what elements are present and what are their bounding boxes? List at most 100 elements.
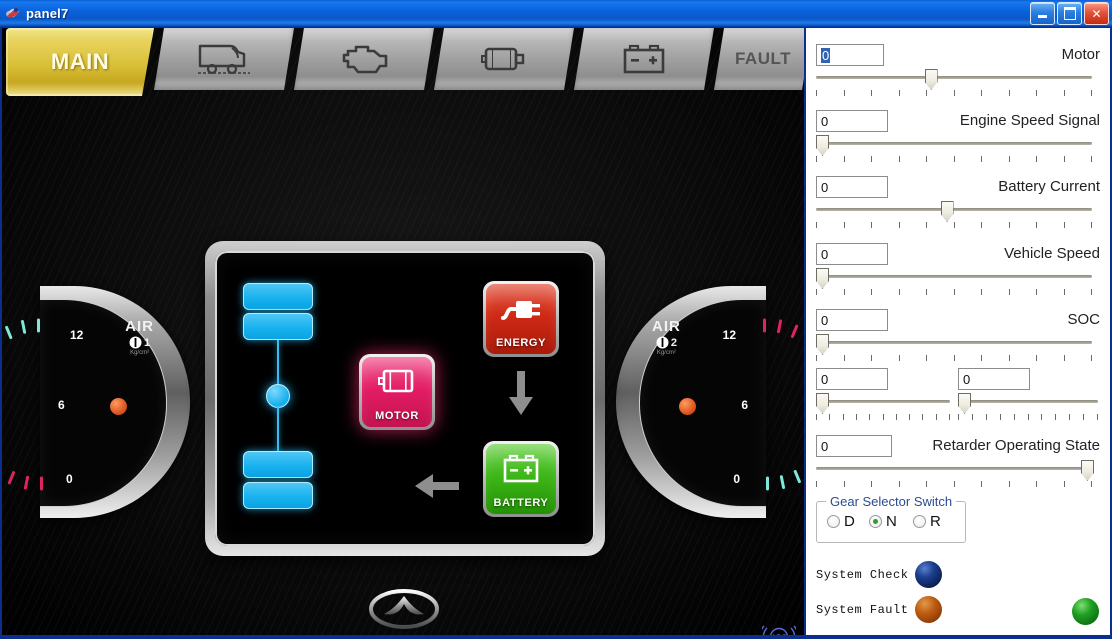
slider-motor-track <box>816 76 1092 79</box>
battery-icon <box>486 452 556 486</box>
slider-retarder[interactable] <box>816 460 1094 487</box>
svg-text:ABS: ABS <box>771 634 787 636</box>
slider-aux_left-thumb[interactable] <box>816 393 829 414</box>
gauge-right-indicator <box>679 398 696 415</box>
gauge-tick <box>763 318 766 333</box>
tab-main[interactable]: MAIN <box>6 28 154 96</box>
wheel-front-inner <box>243 313 313 340</box>
close-button[interactable]: ✕ <box>1084 2 1109 25</box>
gauge-left-unit: Kg/cm² <box>130 350 150 356</box>
slider-engine_speed-thumb[interactable] <box>816 135 829 156</box>
slider-motor-thumb[interactable] <box>924 69 938 90</box>
gauge-tick <box>780 474 786 489</box>
slider-vehicle_speed[interactable] <box>816 268 1092 295</box>
input-aux_right[interactable]: 0 <box>958 368 1030 390</box>
tile-energy-label: ENERGY <box>495 337 547 349</box>
gear-selector-group: Gear Selector Switch D N R <box>816 494 966 543</box>
slider-engine_speed[interactable] <box>816 135 1092 162</box>
app-icon <box>5 5 21 21</box>
tab-battery[interactable] <box>574 28 714 90</box>
label-battery_current: Battery Current <box>998 178 1100 195</box>
tile-energy-face: ENERGY <box>486 284 556 354</box>
slider-aux_left[interactable] <box>816 393 950 421</box>
radio-gear-d-label: D <box>844 513 855 530</box>
axle-upper <box>277 340 279 390</box>
slider-aux_right[interactable] <box>958 393 1098 420</box>
input-motor[interactable]: 0 <box>816 44 884 66</box>
maximize-button[interactable] <box>1057 2 1082 25</box>
dashboard-display: MAIN FAULT AIR 1 Kg/cm² 0 6 12 AIR 2 Kg/… <box>2 28 804 635</box>
gauge-tick <box>790 323 799 338</box>
label-soc: SOC <box>1067 311 1100 328</box>
tab-engine[interactable] <box>294 28 434 90</box>
daewoo-logo <box>368 588 440 630</box>
control-panel: 0 Motor 0 Engine Speed Signal 0 Battery Curre… <box>806 28 1110 635</box>
gauge-tick <box>40 476 43 491</box>
gear-selector-title: Gear Selector Switch <box>826 494 957 509</box>
minimize-button[interactable] <box>1030 2 1055 25</box>
tile-battery-face: BATTERY <box>486 444 556 514</box>
tile-battery[interactable]: BATTERY <box>483 441 559 517</box>
differential-node <box>266 384 290 408</box>
slider-aux_left-track <box>816 400 950 403</box>
gauge-tick <box>37 318 40 333</box>
radio-gear-n-dot <box>869 515 882 528</box>
gauge-right-unit: Kg/cm² <box>656 350 676 356</box>
slider-motor[interactable] <box>816 69 1092 97</box>
slider-aux_left-ticks <box>816 414 950 421</box>
system-fault-led <box>915 596 943 623</box>
tile-motor[interactable]: MOTOR <box>359 354 435 430</box>
gauge-air-1: AIR 1 Kg/cm² 0 6 12 <box>2 286 190 518</box>
slider-soc-thumb[interactable] <box>816 334 829 355</box>
input-retarder[interactable]: 0 <box>816 435 892 457</box>
label-motor: Motor <box>1061 46 1100 63</box>
tab-truck[interactable] <box>154 28 294 90</box>
slider-soc-ticks <box>816 355 1092 362</box>
gauge-left-title: AIR <box>125 318 154 335</box>
axle-lower <box>277 406 279 454</box>
gauge-left-tick-12: 12 <box>70 328 84 342</box>
slider-motor-ticks <box>816 90 1092 97</box>
input-vehicle_speed[interactable]: 0 <box>816 243 888 265</box>
gauge-right-tick-6: 6 <box>741 398 748 412</box>
status-led <box>1072 598 1099 625</box>
slider-vehicle_speed-track <box>816 275 1092 278</box>
window-buttons: ✕ <box>1030 2 1109 25</box>
input-engine_speed[interactable]: 0 <box>816 110 888 132</box>
slider-vehicle_speed-thumb[interactable] <box>816 268 829 289</box>
slider-battery_current[interactable] <box>816 201 1092 228</box>
radio-gear-d[interactable]: D <box>827 513 855 530</box>
battery-icon <box>619 42 669 76</box>
input-aux_left[interactable]: 0 <box>816 368 888 390</box>
slider-soc-track <box>816 341 1092 344</box>
maximize-icon <box>1063 7 1076 20</box>
slider-aux_right-thumb[interactable] <box>958 393 971 414</box>
gauge-left-title-block: AIR 1 Kg/cm² <box>125 318 154 356</box>
abs-indicator-icon: ABS <box>759 620 799 636</box>
truck-icon <box>196 42 252 76</box>
tile-energy[interactable]: ENERGY <box>483 281 559 357</box>
input-battery_current[interactable]: 0 <box>816 176 888 198</box>
input-soc[interactable]: 0 <box>816 309 888 331</box>
indicator-system-check-label: System Check <box>816 567 909 582</box>
tile-battery-label: BATTERY <box>493 497 549 509</box>
tab-fault[interactable]: FAULT <box>714 28 804 90</box>
plug-icon <box>486 292 556 328</box>
slider-battery_current-thumb[interactable] <box>940 201 954 222</box>
radio-gear-r-label: R <box>930 513 941 530</box>
gauge-tick <box>7 471 16 486</box>
tab-fault-label: FAULT <box>734 49 791 68</box>
gauge-air-2: AIR 2 Kg/cm² 0 6 12 <box>616 286 804 518</box>
pressure-icon <box>129 336 142 349</box>
radio-gear-d-dot <box>827 515 840 528</box>
tab-motor[interactable] <box>434 28 574 90</box>
radio-gear-r[interactable]: R <box>913 513 941 530</box>
radio-gear-n[interactable]: N <box>869 513 897 530</box>
system-check-led <box>915 561 943 588</box>
slider-soc[interactable] <box>816 334 1092 362</box>
slider-retarder-thumb[interactable] <box>1081 460 1094 481</box>
tile-motor-label: MOTOR <box>375 410 419 422</box>
arrow-left-icon <box>413 473 459 504</box>
indicator-system-fault: System Fault <box>816 596 943 623</box>
wheel-rear-outer <box>243 451 313 478</box>
